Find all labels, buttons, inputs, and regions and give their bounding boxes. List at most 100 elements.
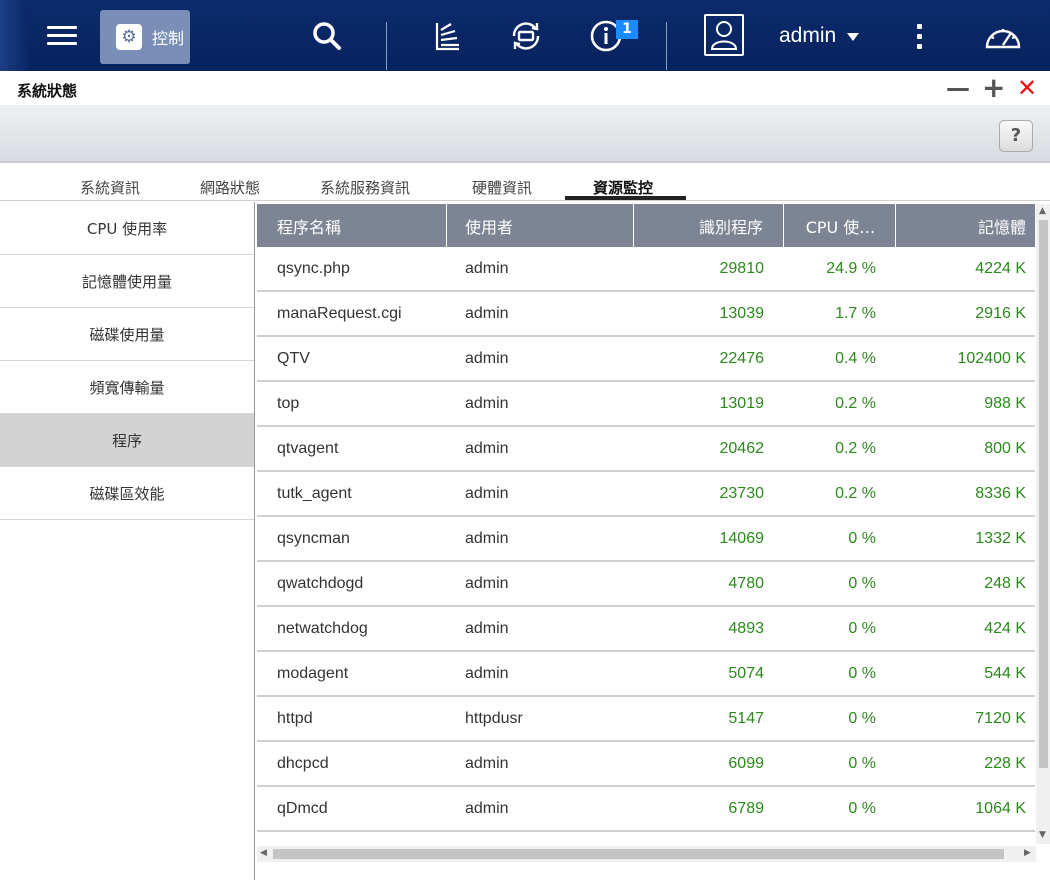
pid-cell: 22476 (719, 349, 765, 367)
cpu-cell: 0.2 % (835, 439, 876, 457)
tab-resource-monitor[interactable]: 資源監控 (593, 177, 653, 198)
table-row[interactable]: manaRequest.cgi admin 13039 1.7 % 2916 K (257, 292, 1035, 337)
user-cell: admin (465, 394, 509, 412)
table-row[interactable]: QTV admin 22476 0.4 % 102400 K (257, 337, 1035, 382)
table-row[interactable]: tutk_agent admin 23730 0.2 % 8336 K (257, 472, 1035, 517)
cpu-cell: 0.2 % (835, 394, 876, 412)
process-name-cell: qsync.php (277, 259, 350, 277)
memory-cell: 2916 K (975, 304, 1026, 322)
menu-icon[interactable] (44, 0, 80, 71)
maximize-button[interactable]: + (982, 74, 1005, 102)
cpu-cell: 1.7 % (835, 304, 876, 322)
cpu-cell: 24.9 % (826, 259, 876, 277)
table-row[interactable]: qsyncman admin 14069 0 % 1332 K (257, 517, 1035, 562)
memory-cell: 1332 K (975, 529, 1026, 547)
user-cell: admin (465, 529, 509, 547)
scroll-up-icon[interactable]: ▲ (1039, 206, 1046, 216)
user-avatar-icon[interactable] (704, 14, 744, 56)
more-options-icon[interactable] (917, 24, 922, 54)
pid-cell: 5074 (728, 664, 764, 682)
tab-system-info[interactable]: 系統資訊 (80, 177, 140, 198)
app-chip-control-panel[interactable]: ⚙ 控制 (100, 10, 190, 64)
process-name-cell: manaRequest.cgi (277, 304, 402, 322)
scroll-down-icon[interactable]: ▼ (1039, 830, 1046, 840)
horizontal-scrollbar[interactable]: ◀ ▶ (257, 846, 1036, 862)
memory-cell: 8336 K (975, 484, 1026, 502)
help-button[interactable]: ? (999, 120, 1033, 152)
minimize-button[interactable]: — (946, 76, 970, 100)
tab-network-status[interactable]: 網路狀態 (200, 177, 260, 198)
user-cell: admin (465, 259, 509, 277)
pid-cell: 4893 (728, 619, 764, 637)
process-name-cell: httpd (277, 709, 313, 727)
process-table: 程序名稱 使用者 識別程序 CPU 使… 記憶體 qsync.php admin 2… (257, 204, 1035, 844)
column-header-pid[interactable]: 識別程序 (634, 204, 784, 247)
pid-cell: 23730 (719, 484, 765, 502)
user-cell: admin (465, 664, 509, 682)
column-header-process-name[interactable]: 程序名稱 (257, 204, 447, 247)
chevron-down-icon[interactable] (847, 33, 859, 41)
process-name-cell: qtvagent (277, 439, 339, 457)
table-row[interactable]: qwatchdogd admin 4780 0 % 248 K (257, 562, 1035, 607)
stack-icon[interactable] (428, 0, 466, 71)
tab-hardware-info[interactable]: 硬體資訊 (472, 177, 532, 198)
tab-system-services[interactable]: 系統服務資訊 (320, 177, 410, 198)
process-name-cell: qDmcd (277, 799, 328, 817)
vertical-scrollbar[interactable]: ▲ ▼ (1036, 204, 1050, 844)
memory-cell: 248 K (984, 574, 1026, 592)
scroll-right-icon[interactable]: ▶ (1024, 848, 1031, 858)
cpu-cell: 0.4 % (835, 349, 876, 367)
user-cell: httpdusr (465, 709, 523, 727)
table-header: 程序名稱 使用者 識別程序 CPU 使… 記憶體 (257, 204, 1035, 247)
cpu-cell: 0 % (848, 754, 876, 772)
pid-cell: 14069 (719, 529, 765, 547)
user-cell: admin (465, 574, 509, 592)
memory-cell: 800 K (984, 439, 1026, 457)
table-row[interactable]: netwatchdog admin 4893 0 % 424 K (257, 607, 1035, 652)
user-cell: admin (465, 349, 509, 367)
toolbar: ? (0, 105, 1050, 163)
left-edge (0, 0, 28, 71)
pid-cell: 13019 (719, 394, 765, 412)
cpu-cell: 0 % (848, 619, 876, 637)
notification-badge: 1 (616, 20, 638, 39)
user-name[interactable]: admin (779, 24, 836, 48)
cpu-cell: 0 % (848, 664, 876, 682)
sidebar-item-memory-usage[interactable]: 記憶體使用量 (0, 255, 254, 308)
table-row[interactable]: qDmcd admin 6789 0 % 1064 K (257, 787, 1035, 832)
user-cell: admin (465, 439, 509, 457)
speedometer-icon[interactable] (982, 0, 1024, 71)
table-row[interactable]: qtvagent admin 20462 0.2 % 800 K (257, 427, 1035, 472)
column-header-memory[interactable]: 記憶體 (896, 204, 1035, 247)
vertical-scroll-thumb[interactable] (1039, 220, 1048, 768)
pid-cell: 13039 (719, 304, 765, 322)
table-row[interactable]: httpd httpdusr 5147 0 % 7120 K (257, 697, 1035, 742)
close-button[interactable]: ✕ (1017, 76, 1037, 100)
user-cell: admin (465, 619, 509, 637)
table-row[interactable]: modagent admin 5074 0 % 544 K (257, 652, 1035, 697)
table-row[interactable]: top admin 13019 0.2 % 988 K (257, 382, 1035, 427)
search-icon[interactable] (307, 0, 347, 71)
pid-cell: 20462 (719, 439, 765, 457)
app-chip-label: 控制 (152, 29, 185, 48)
sidebar-item-cpu-usage[interactable]: CPU 使用率 (0, 202, 254, 255)
memory-cell: 4224 K (975, 259, 1026, 277)
column-header-user[interactable]: 使用者 (447, 204, 634, 247)
table-row[interactable]: qsync.php admin 29810 24.9 % 4224 K (257, 247, 1035, 292)
sidebar-item-volume-performance[interactable]: 磁碟區效能 (0, 467, 254, 520)
process-name-cell: qwatchdogd (277, 574, 364, 592)
memory-cell: 7120 K (975, 709, 1026, 727)
scroll-left-icon[interactable]: ◀ (260, 848, 267, 858)
sync-icon[interactable] (505, 0, 547, 71)
cpu-cell: 0 % (848, 529, 876, 547)
column-header-cpu[interactable]: CPU 使… (784, 204, 896, 247)
sidebar-item-bandwidth[interactable]: 頻寬傳輸量 (0, 361, 254, 414)
memory-cell: 424 K (984, 619, 1026, 637)
table-row[interactable]: dhcpcd admin 6099 0 % 228 K (257, 742, 1035, 787)
horizontal-scroll-thumb[interactable] (273, 849, 1004, 859)
memory-cell: 988 K (984, 394, 1026, 412)
process-name-cell: modagent (277, 664, 349, 682)
sidebar-item-processes[interactable]: 程序 (0, 414, 254, 467)
pid-cell: 6789 (728, 799, 764, 817)
sidebar-item-disk-usage[interactable]: 磁碟使用量 (0, 308, 254, 361)
